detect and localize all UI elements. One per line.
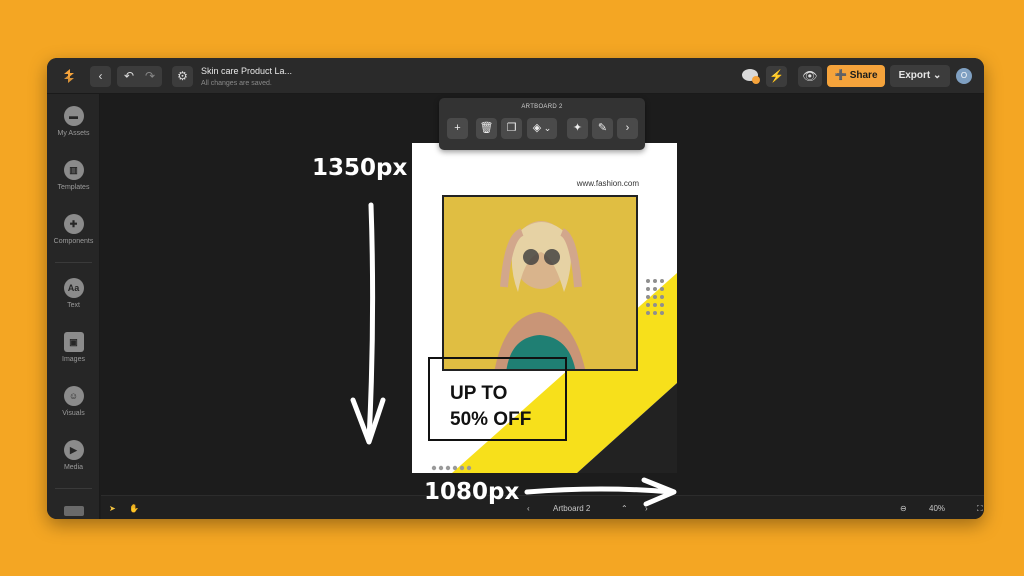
document-title[interactable]: Skin care Product La... [201, 66, 292, 76]
zoom-level[interactable]: 40% [929, 504, 945, 513]
sidebar-item-images[interactable]: ▣ Images [47, 332, 100, 363]
sidebar-item-components[interactable]: ✚ Components [47, 214, 100, 245]
sidebar-item-text[interactable]: Aa Text [47, 278, 100, 309]
chevron-down-icon: ⌄ [541, 123, 552, 133]
paint-bucket-icon: ◈ [532, 122, 542, 134]
export-button[interactable]: Export ⌄ [890, 65, 950, 87]
model-illustration [444, 197, 636, 369]
width-annotation: 1080px [424, 479, 520, 505]
copy-icon: ❐ [506, 122, 517, 134]
play-icon: ▶ [63, 440, 84, 460]
sidebar-divider [55, 262, 92, 263]
image-icon: ▣ [63, 332, 84, 352]
eye-icon: 👁 [802, 69, 818, 83]
templates-icon: ▥ [63, 160, 84, 180]
sidebar-item-label: My Assets [57, 130, 90, 137]
back-button[interactable]: ‹ [90, 66, 111, 87]
artboard[interactable]: www.fashion.com UP TO 50% OFF [412, 143, 677, 473]
add-artboard-button[interactable]: + [447, 118, 468, 139]
sidebar-item-label: Templates [57, 184, 90, 191]
lightning-icon: ⚡ [769, 69, 784, 83]
sidebar-item-media[interactable]: ▶ Media [47, 440, 100, 471]
text-icon: Aa [63, 278, 84, 298]
plus-icon: + [454, 122, 461, 134]
sidebar-item-label: Media [63, 464, 84, 471]
redo-icon[interactable]: ↷ [140, 66, 161, 87]
user-avatar[interactable]: O [956, 68, 972, 84]
eyedropper-button[interactable]: ✎ [592, 118, 613, 139]
sidebar-divider [55, 488, 92, 489]
keyboard-icon[interactable] [64, 506, 84, 516]
artboard-toolbar: ARTBOARD 2 + 🗑 ❐ ◈ ⌄ ✦ ✎ › [439, 98, 645, 150]
gear-icon: ⚙ [177, 69, 188, 83]
top-toolbar: ‹ ↶ ↷ ⚙ Skin care Product La... All chang… [47, 58, 984, 94]
model-photo[interactable] [442, 195, 638, 371]
trash-icon: 🗑 [479, 122, 494, 134]
sidebar-item-label: Text [67, 302, 80, 309]
more-options-button[interactable]: › [617, 118, 638, 139]
left-sidebar: ▬ My Assets ▥ Templates ✚ Components Aa … [47, 94, 100, 519]
undo-redo-group: ↶ ↷ [117, 66, 162, 87]
fill-color-button[interactable]: ◈ ⌄ [527, 118, 557, 139]
chevron-left-icon: ‹ [98, 69, 103, 83]
folder-icon: ▬ [63, 106, 84, 126]
sidebar-item-templates[interactable]: ▥ Templates [47, 160, 100, 191]
settings-button[interactable]: ⚙ [172, 66, 193, 87]
animate-button[interactable]: ⚡ [766, 66, 787, 87]
add-user-icon: ➕ [834, 70, 847, 81]
promo-box[interactable]: UP TO 50% OFF [428, 357, 567, 441]
save-status: All changes are saved. [201, 80, 272, 87]
promo-line-1: UP TO [450, 383, 508, 404]
share-button[interactable]: ➕ Share [827, 65, 885, 87]
right-arrow-icon [524, 477, 677, 507]
comment-icon [742, 69, 760, 84]
sidebar-item-label: Components [53, 238, 94, 245]
magic-button[interactable]: ✦ [567, 118, 588, 139]
preview-button[interactable]: 👁 [798, 66, 822, 87]
app-logo-icon[interactable] [61, 68, 77, 84]
sidebar-item-label: Visuals [62, 410, 85, 417]
hand-tool-icon[interactable]: ✋ [129, 504, 139, 513]
chevron-right-icon: › [625, 122, 630, 134]
comments-button[interactable] [741, 67, 761, 85]
puzzle-icon: ✚ [63, 214, 84, 234]
sidebar-item-my-assets[interactable]: ▬ My Assets [47, 106, 100, 137]
down-arrow-icon [350, 202, 386, 445]
sidebar-item-label: Images [62, 356, 85, 363]
height-annotation: 1350px [312, 155, 408, 181]
artboard-toolbar-title: ARTBOARD 2 [521, 104, 563, 110]
select-tool-icon[interactable]: ➤ [109, 504, 116, 513]
undo-icon[interactable]: ↶ [119, 66, 140, 87]
duplicate-artboard-button[interactable]: ❐ [501, 118, 522, 139]
export-label: Export [898, 70, 931, 81]
chevron-down-icon: ⌄ [933, 70, 942, 81]
zoom-out-icon[interactable]: ⊖ [900, 504, 907, 513]
promo-line-2: 50% OFF [450, 409, 532, 430]
share-label: Share [849, 70, 878, 81]
promo-text: UP TO 50% OFF [450, 381, 531, 433]
visuals-icon: ☺ [63, 386, 84, 406]
eyedropper-icon: ✎ [597, 122, 608, 134]
magic-wand-icon: ✦ [572, 122, 583, 134]
fit-screen-icon[interactable]: ⛶ [977, 504, 983, 514]
sidebar-item-visuals[interactable]: ☺ Visuals [47, 386, 100, 417]
delete-artboard-button[interactable]: 🗑 [476, 118, 497, 139]
